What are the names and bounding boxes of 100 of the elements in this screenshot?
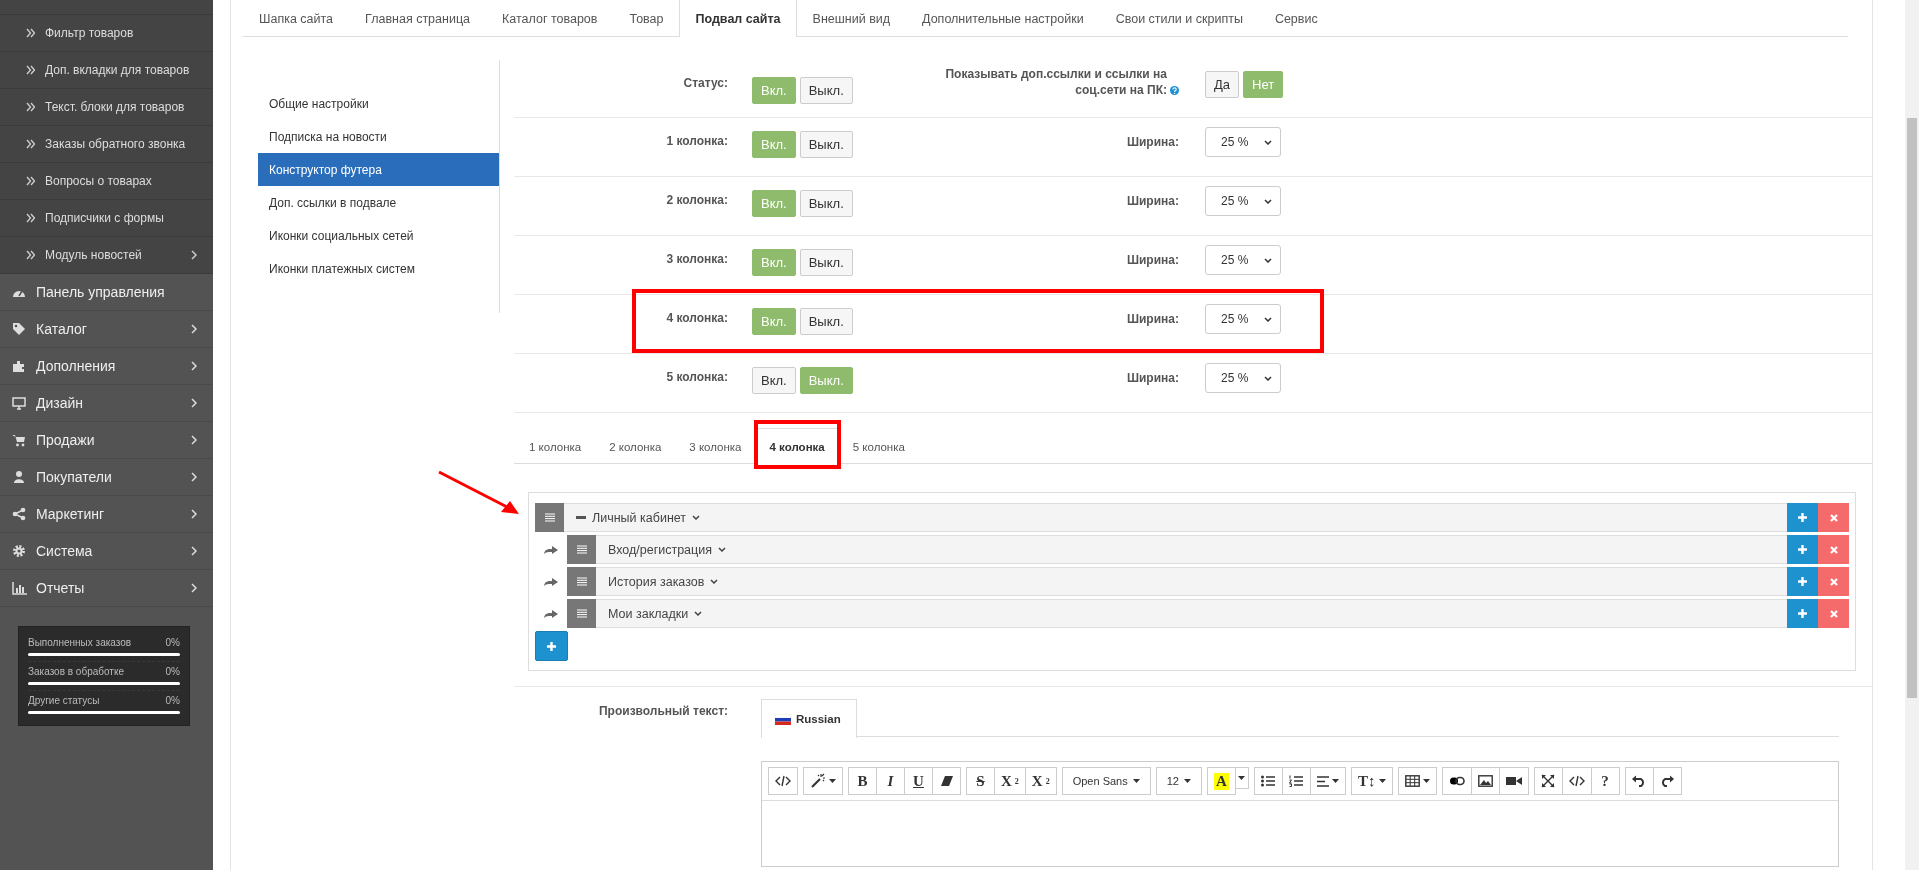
tab[interactable]: Свои стили и скрипты [1099,0,1259,37]
menu-item-row[interactable]: История заказов [567,567,1849,596]
column-tab[interactable]: 3 колонка [675,428,756,464]
column-tab[interactable]: 1 колонка [515,428,596,464]
column-tab[interactable]: 4 колонка [755,428,839,465]
undo-icon [1632,775,1646,787]
submenu-item[interactable]: Вопросы о товарах [0,163,213,200]
delete-button[interactable] [1818,503,1849,532]
toggle-button[interactable]: Выкл. [799,308,853,335]
section-menu-item[interactable]: Общие настройки [258,87,499,120]
width-select[interactable]: 25 % [1205,127,1281,157]
drag-handle[interactable] [567,599,596,628]
format-button[interactable]: ? [1590,767,1620,795]
caret-icon [1238,776,1246,780]
field-label: Ширина: [1126,252,1179,268]
width-select[interactable]: 25 % [1205,363,1281,393]
menu-item[interactable]: Панель управления [0,274,213,311]
add-button[interactable] [1787,599,1818,628]
toolbar-button[interactable] [1441,767,1472,795]
toolbar-button[interactable] [1561,767,1592,795]
column-tab[interactable]: 5 колонка [838,428,919,464]
dropdown-button[interactable]: Open Sans [1061,767,1151,795]
toggle-button[interactable]: Выкл. [799,249,853,276]
submenu-item[interactable]: Доп. вкладки для товаров [0,52,213,89]
delete-button[interactable] [1818,535,1849,564]
toggle-button[interactable]: Выкл. [799,131,853,158]
tab[interactable]: Главная страница [349,0,486,37]
toggle-button[interactable]: Вкл. [752,367,796,394]
toolbar-button[interactable] [932,767,961,795]
format-button[interactable]: U [904,767,933,795]
add-button[interactable] [1787,567,1818,596]
toolbar-button[interactable] [1533,767,1563,795]
toolbar-button[interactable] [1397,767,1437,795]
menu-item[interactable]: Каталог [0,311,213,348]
section-menu-item[interactable]: Иконки социальных сетей [258,219,499,252]
menu-item[interactable]: Отчеты [0,570,213,607]
format-button[interactable]: S [966,767,995,795]
tab[interactable]: Сервис [1258,0,1334,37]
submenu-item[interactable]: Фильтр товаров [0,15,213,52]
width-select[interactable]: 25 % [1205,186,1281,216]
toggle-button[interactable]: Да [1205,71,1240,98]
width-select[interactable]: 25 % [1205,245,1281,275]
language-tab[interactable]: Russian [761,699,857,738]
tab[interactable]: Внешний вид [796,0,907,37]
toolbar-button[interactable] [1652,767,1682,795]
toolbar-button[interactable] [803,767,843,795]
format-button[interactable]: T↕ [1351,767,1393,795]
delete-button[interactable] [1818,599,1849,628]
submenu-item[interactable]: Модуль новостей [0,237,213,274]
section-menu-item[interactable]: Доп. ссылки в подвале [258,186,499,219]
menu-item[interactable]: Система [0,533,213,570]
submenu-item[interactable]: Заказы обратного звонка [0,126,213,163]
toggle-button[interactable]: Выкл. [799,77,853,104]
video-icon [1505,776,1522,786]
toolbar-button[interactable] [1470,767,1500,795]
menu-item[interactable]: Дополнения [0,348,213,385]
menu-item-row[interactable]: Мои закладки [567,599,1849,628]
menu-item-row[interactable]: Вход/регистрация [567,535,1849,564]
width-select[interactable]: 25 % [1205,304,1281,334]
add-button[interactable] [535,631,568,661]
menu-item[interactable]: Дизайн [0,385,213,422]
toolbar-button[interactable] [1498,767,1529,795]
menu-item-label: Личный кабинет [592,510,687,525]
toolbar-button[interactable] [1254,767,1283,795]
table-icon [1404,775,1420,787]
menu-item[interactable]: Покупатели [0,459,213,496]
section-menu-item[interactable]: Подписка на новости [258,120,499,153]
tab[interactable]: Подвал сайта [679,0,797,37]
section-menu-item[interactable]: Конструктор футера [258,153,499,186]
dropdown-button[interactable]: 12 [1155,767,1202,795]
double-chevron-icon [26,250,35,260]
tab[interactable]: Каталог товаров [486,0,614,37]
stat-value: 0% [165,637,180,648]
highlight-color-button[interactable]: A [1207,767,1236,795]
field-label: Статус: [683,76,728,90]
field-label: Ширина: [1126,311,1179,327]
drag-handle[interactable] [535,503,564,532]
submenu-item[interactable]: Подписчики с формы [0,200,213,237]
format-button[interactable]: I [876,767,905,795]
toggle-button[interactable]: Выкл. [799,190,853,217]
scrollbar[interactable] [1905,0,1919,870]
bar-chart-icon [11,581,27,595]
format-button[interactable]: B [848,767,877,795]
toolbar-button[interactable] [768,767,798,795]
menu-item[interactable]: Маркетинг [0,496,213,533]
menu-item-row[interactable]: Личный кабинет [535,503,1849,532]
submenu-item[interactable]: Текст. блоки для товаров [0,89,213,126]
tab[interactable]: Шапка сайта [243,0,350,37]
tab[interactable]: Дополнительные настройки [906,0,1100,37]
column-tab[interactable]: 2 колонка [595,428,676,464]
double-chevron-icon [26,65,35,75]
tab[interactable]: Товар [613,0,680,37]
section-menu-item[interactable]: Иконки платежных систем [258,252,499,285]
delete-button[interactable] [1818,567,1849,596]
menu-item[interactable]: Продажи [0,422,213,459]
drag-handle[interactable] [567,535,596,564]
drag-handle[interactable] [567,567,596,596]
add-button[interactable] [1787,535,1818,564]
toolbar-button[interactable] [1624,767,1654,795]
add-button[interactable] [1787,503,1818,532]
